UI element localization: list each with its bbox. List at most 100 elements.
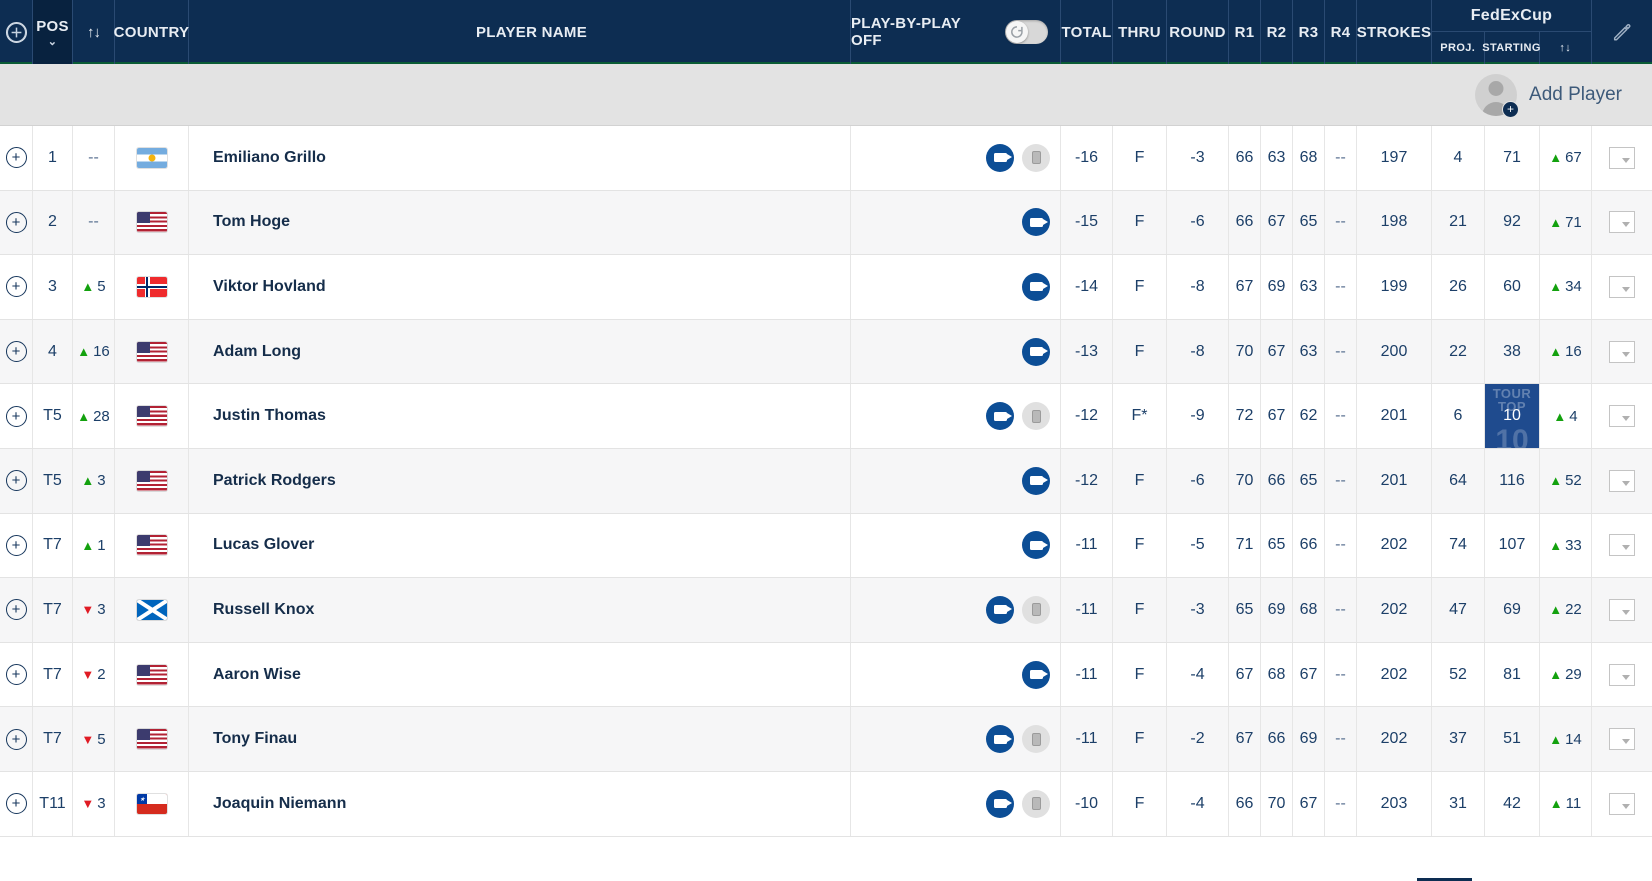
video-highlight-icon[interactable] [986,789,1014,818]
player-name-cell[interactable]: Tony Finau [189,707,851,771]
row-dropdown-button[interactable] [1609,469,1635,492]
row-expand-button[interactable]: + [0,642,33,707]
row-select-cell[interactable] [1592,578,1652,642]
row-select-cell[interactable] [1592,320,1652,384]
table-row[interactable]: + T11 ▼ 3 ★ Joaquin Niemann -10 F -4 66 7… [0,771,1652,837]
row-select-cell[interactable] [1592,191,1652,255]
play-by-play-toggle[interactable] [1004,20,1048,44]
video-highlight-icon[interactable] [986,595,1014,624]
table-row[interactable]: + T7 ▼ 2 Aaron Wise -11 F -4 67 68 67 -- … [0,642,1652,708]
player-name-cell[interactable]: Viktor Hovland [189,255,851,319]
arrow-up-icon: ▲ [81,473,95,489]
row-select-cell[interactable] [1592,384,1652,448]
mobile-stream-icon[interactable] [1022,789,1050,818]
col-header-country[interactable]: COUNTRY [114,0,189,64]
expand-all-button[interactable]: ⊕ [0,0,33,64]
row-dropdown-button[interactable] [1609,146,1635,169]
edit-columns-button[interactable] [1592,0,1652,64]
video-highlight-icon[interactable] [1022,660,1050,689]
table-row[interactable]: + 3 ▲ 5 Viktor Hovland -14 F -8 67 69 63 … [0,255,1652,320]
row-dropdown-button[interactable] [1609,275,1635,298]
player-name-cell[interactable]: Aaron Wise [189,642,851,707]
row-expand-button[interactable]: + [0,707,33,771]
row-select-cell[interactable] [1592,514,1652,578]
col-header-r4[interactable]: R4 [1325,0,1357,64]
col-header-r3[interactable]: R3 [1293,0,1325,64]
video-highlight-icon[interactable] [1022,337,1050,366]
mobile-stream-icon[interactable] [1022,725,1050,754]
media-cell [851,642,1061,707]
row-select-cell[interactable] [1592,707,1652,771]
row-dropdown-button[interactable] [1609,728,1635,751]
table-row[interactable]: + 1 -- Emiliano Grillo -16 F -3 66 63 68… [0,126,1652,191]
row-expand-button[interactable]: + [0,513,33,578]
mobile-stream-icon[interactable] [1022,595,1050,624]
row-expand-button[interactable]: + [0,448,33,513]
row-select-cell[interactable] [1592,449,1652,513]
col-header-strokes[interactable]: STROKES [1357,0,1432,64]
video-highlight-icon[interactable] [1022,531,1050,560]
leaderboard: ⊕ POS ⌄ ↑↓ COUNTRY PLAYER NAME PLAY-BY-P… [0,0,1652,881]
add-player-label[interactable]: Add Player [1529,84,1622,106]
table-row[interactable]: + 4 ▲ 16 Adam Long -13 F -8 70 67 63 -- 2… [0,319,1652,385]
video-highlight-icon[interactable] [1022,466,1050,495]
col-header-thru[interactable]: THRU [1113,0,1167,64]
row-expand-button[interactable]: + [0,126,33,190]
mobile-stream-icon[interactable] [1022,402,1050,431]
player-name-cell[interactable]: Joaquin Niemann [189,771,851,836]
row-dropdown-button[interactable] [1609,663,1635,686]
table-row[interactable]: + T7 ▼ 5 Tony Finau -11 F -2 67 66 69 -- … [0,707,1652,772]
table-row[interactable]: + T7 ▲ 1 Lucas Glover -11 F -5 71 65 66 -… [0,513,1652,579]
mobile-stream-icon[interactable] [1022,143,1050,172]
row-expand-button[interactable]: + [0,190,33,255]
video-highlight-icon[interactable] [986,402,1014,431]
col-header-r1[interactable]: R1 [1229,0,1261,64]
row-select-cell[interactable] [1592,126,1652,190]
player-name-cell[interactable]: Russell Knox [189,578,851,642]
row-expand-button[interactable]: + [0,255,33,319]
col-header-player-name[interactable]: PLAYER NAME [189,0,851,64]
col-header-round[interactable]: ROUND [1167,0,1229,64]
table-row[interactable]: + T5 ▲ 3 Patrick Rodgers -12 F -6 70 66 6… [0,448,1652,514]
row-dropdown-button[interactable] [1609,534,1635,557]
row-dropdown-button[interactable] [1609,340,1635,363]
video-highlight-icon[interactable] [1022,272,1050,301]
row-expand-button[interactable]: + [0,578,33,642]
table-row[interactable]: + T7 ▼ 3 Russell Knox -11 F -3 65 69 68 -… [0,578,1652,643]
col-header-movement[interactable]: ↑↓ [73,0,115,64]
row-select-cell[interactable] [1592,772,1652,836]
player-name-cell[interactable]: Emiliano Grillo [189,126,851,190]
table-row[interactable]: + T5 ▲ 28 Justin Thomas -12 F* -9 72 67 6… [0,384,1652,449]
strokes-cell: 202 [1357,707,1432,771]
player-name-cell[interactable]: Tom Hoge [189,190,851,255]
row-expand-button[interactable]: + [0,319,33,384]
col-header-fedex-proj[interactable]: PROJ. [1432,32,1485,64]
player-name-cell[interactable]: Patrick Rodgers [189,448,851,513]
row-dropdown-button[interactable] [1609,792,1635,815]
play-by-play-toggle-cell[interactable]: PLAY-BY-PLAY OFF [851,0,1061,64]
row-dropdown-button[interactable] [1609,211,1635,234]
table-row[interactable]: + 2 -- Tom Hoge -15 F -6 66 67 65 -- 198… [0,190,1652,256]
row-select-cell[interactable] [1592,643,1652,707]
video-highlight-icon[interactable] [986,725,1014,754]
player-name-cell[interactable]: Justin Thomas [189,384,851,448]
col-header-total[interactable]: TOTAL [1061,0,1113,64]
col-header-pos[interactable]: POS ⌄ [33,0,73,64]
row-expand-button[interactable]: + [0,384,33,448]
r3-cell: 67 [1293,771,1325,836]
row-dropdown-button[interactable] [1609,598,1635,621]
video-highlight-icon[interactable] [986,143,1014,172]
video-highlight-icon[interactable] [1022,208,1050,237]
col-header-fedex-movement[interactable]: ↑↓ [1540,32,1592,64]
row-dropdown-button[interactable] [1609,405,1635,428]
add-player-bar[interactable]: + Add Player [0,64,1652,126]
col-header-fedex-starting[interactable]: STARTING [1482,32,1540,64]
col-header-r2[interactable]: R2 [1261,0,1293,64]
country-cell [115,319,189,384]
r4-cell: -- [1325,771,1357,836]
r2-value: 70 [1267,794,1286,812]
player-name-cell[interactable]: Adam Long [189,319,851,384]
row-select-cell[interactable] [1592,255,1652,319]
player-name-cell[interactable]: Lucas Glover [189,513,851,578]
row-expand-button[interactable]: + [0,771,33,836]
